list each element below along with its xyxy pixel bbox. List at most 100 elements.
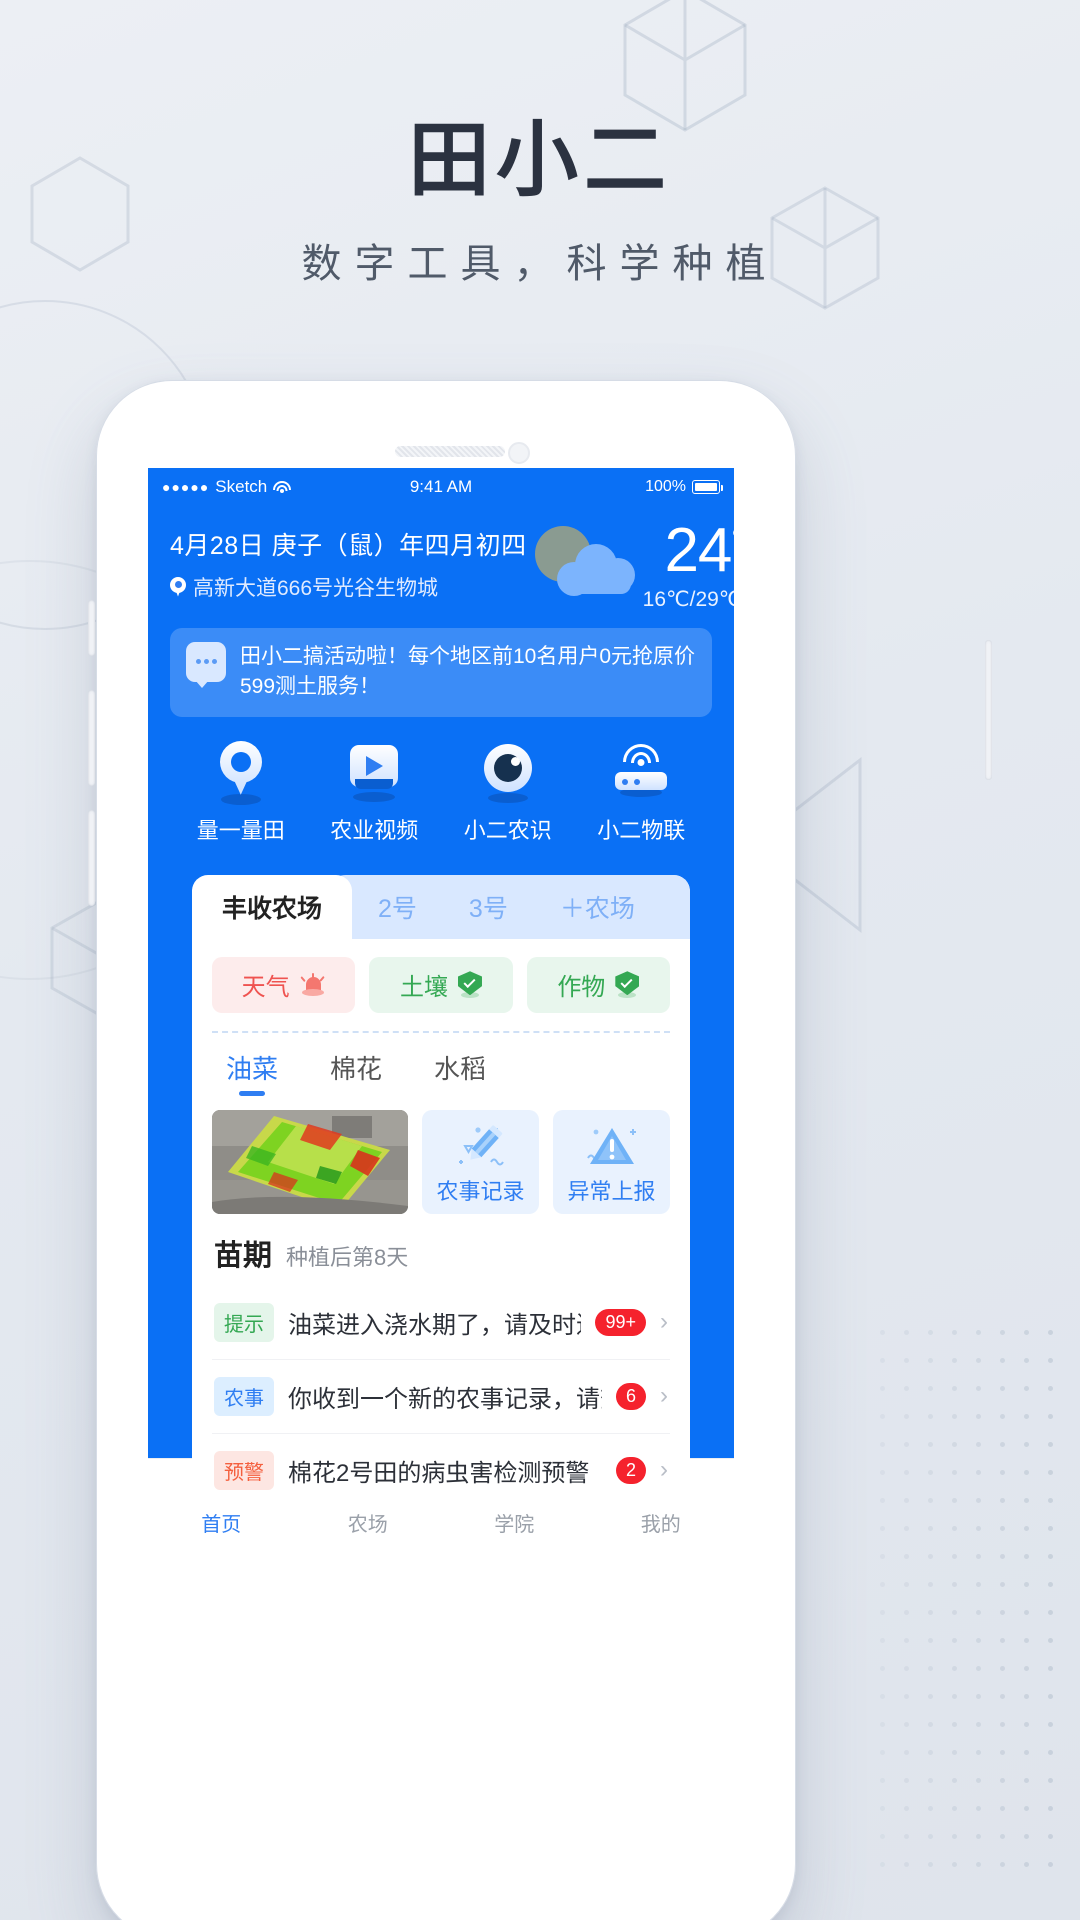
farm-tab-label: 3号 [468, 894, 508, 923]
app-screen: ●●●●● Sketch 9:41 AM 100% 4月28日 庚子（鼠）年四月… [148, 468, 734, 1548]
phone-power-button [985, 640, 992, 780]
current-temperature: 24° [643, 520, 734, 582]
farm-tab-list: 丰收农场 2号 3号 ＋农场 [192, 874, 661, 939]
eye-icon [441, 743, 575, 803]
chevron-right-icon: › [660, 1382, 668, 1410]
farm-tab-label: 2号 [378, 894, 417, 923]
quick-action-agri-knowledge[interactable]: 小二农识 [441, 743, 575, 845]
status-chip-label: 作物 [557, 974, 606, 1002]
status-chip-soil[interactable]: 土壤 [369, 956, 513, 1013]
app-subtitle: 数字工具，科学种植 [301, 241, 779, 286]
quick-actions-row: 量一量田 农业视频 小二农识 小二物联 [170, 717, 712, 875]
shield-check-icon [615, 971, 640, 999]
decor-dot-grid [880, 1330, 1080, 1890]
chevron-right-icon: › [660, 1456, 668, 1484]
message-tag: 预警 [214, 1450, 274, 1490]
phone-earpiece-speaker [395, 446, 505, 457]
field-thumb-row: 农事记录 异常上报 [212, 1096, 670, 1214]
message-row-alert[interactable]: 预警 棉花2号田的病虫害检测预警 2 › [212, 1432, 670, 1507]
ndvi-field-map-thumbnail[interactable] [212, 1109, 408, 1214]
quick-action-label: 小二物联 [597, 817, 686, 843]
message-text: 你收到一个新的农事记录，请查看！ [288, 1385, 602, 1413]
battery-icon [692, 480, 724, 494]
farm-tab-label: 丰收农场 [222, 894, 323, 923]
action-label: 农事记录 [436, 1178, 525, 1204]
status-chip-crop[interactable]: 作物 [526, 956, 670, 1013]
action-label: 异常上报 [567, 1178, 656, 1204]
message-tag: 提示 [214, 1302, 274, 1342]
message-row-tip[interactable]: 提示 油菜进入浇水期了，请及时进行浇灌！ 99+ › [212, 1286, 670, 1359]
announcement-text: 田小二搞活动啦！每个地区前10名用户0元抢原价599测土服务！ [240, 644, 696, 699]
crop-tab-cotton[interactable]: 棉花 [330, 1049, 382, 1096]
announcement-banner[interactable]: 田小二搞活动啦！每个地区前10名用户0元抢原价599测土服务！ [170, 627, 712, 717]
message-badge: 6 [615, 1382, 646, 1410]
status-chip-label: 天气 [241, 974, 290, 1002]
quick-action-label: 量一量田 [196, 817, 285, 843]
farm-tab-harvest[interactable]: 丰收农场 [192, 874, 353, 939]
siren-alert-icon [300, 972, 326, 997]
message-text: 棉花2号田的病虫害检测预警 [288, 1459, 590, 1487]
farm-tab-3[interactable]: 3号 [443, 875, 534, 939]
farm-tab-add[interactable]: ＋农场 [534, 875, 661, 939]
phone-mute-button [88, 600, 95, 656]
crop-tab-label: 水稻 [434, 1053, 487, 1084]
status-chip-row: 天气 土壤 作物 [212, 956, 670, 1013]
message-row-farm[interactable]: 农事 你收到一个新的农事记录，请查看！ 6 › [212, 1358, 670, 1433]
message-badge: 2 [615, 1456, 646, 1484]
sun-behind-cloud-icon [527, 522, 639, 600]
date-label: 4月28日 庚子（鼠）年四月初四 [170, 532, 527, 560]
temperature-value: 24 [664, 516, 732, 585]
app-title: 田小二 [407, 115, 672, 206]
crop-tab-rice[interactable]: 水稻 [434, 1049, 486, 1096]
quick-action-label: 农业视频 [330, 817, 419, 843]
crop-tab-label: 油菜 [226, 1053, 279, 1084]
location-label: 高新大道666号光谷生物城 [193, 577, 439, 600]
video-play-icon [308, 743, 442, 802]
farm-tab-bar: 丰收农场 2号 3号 ＋农场 [192, 874, 690, 939]
chevron-right-icon: › [660, 1308, 668, 1336]
temperature-range: 16℃/29℃ [642, 587, 734, 611]
weather-right-block[interactable]: 24° 16℃/29℃ [527, 520, 734, 612]
message-badge: 99+ [595, 1308, 646, 1336]
warning-triangle-icon [586, 1127, 636, 1164]
farm-tab-label: ＋农场 [559, 894, 635, 923]
growth-stage-row: 苗期 种植后第8天 [212, 1214, 670, 1286]
weather-row: 4月28日 庚子（鼠）年四月初四 高新大道666号光谷生物城 24° 16℃/2… [170, 520, 734, 612]
message-text: 油菜进入浇水期了，请及时进行浇灌！ [288, 1311, 581, 1339]
weather-date-block: 4月28日 庚子（鼠）年四月初四 高新大道666号光谷生物城 [170, 520, 527, 602]
phone-volume-down-button [88, 810, 95, 906]
quick-action-agri-video[interactable]: 农业视频 [308, 743, 442, 845]
quick-action-measure-field[interactable]: 量一量田 [174, 740, 308, 845]
location-row[interactable]: 高新大道666号光谷生物城 [170, 572, 527, 602]
phone-volume-up-button [88, 690, 95, 786]
map-pin-icon [174, 740, 308, 805]
farm-tab-2[interactable]: 2号 [352, 875, 443, 939]
growth-stage-detail: 种植后第8天 [286, 1244, 409, 1270]
router-iot-icon [575, 743, 709, 801]
temperature-block: 24° 16℃/29℃ [643, 520, 734, 612]
message-tag: 农事 [214, 1376, 274, 1416]
status-chip-label: 土壤 [399, 974, 448, 1002]
status-bar: ●●●●● Sketch 9:41 AM 100% [148, 468, 734, 506]
growth-stage-label: 苗期 [214, 1239, 273, 1272]
clock-label: 9:41 AM [409, 477, 473, 496]
degree-symbol: ° [731, 523, 734, 556]
crop-tab-rapeseed[interactable]: 油菜 [226, 1049, 278, 1096]
weather-header: 4月28日 庚子（鼠）年四月初四 高新大道666号光谷生物城 24° 16℃/2… [148, 506, 734, 1513]
crop-tab-label: 棉花 [330, 1053, 383, 1084]
shield-check-icon [457, 971, 482, 999]
crop-tab-row: 油菜 棉花 水稻 [212, 1033, 670, 1096]
action-exception-report[interactable]: 异常上报 [553, 1109, 670, 1214]
quick-action-label: 小二农识 [463, 817, 552, 843]
pencil-edit-icon [458, 1125, 504, 1166]
poster-headline: 田小二 数字工具，科学种植 [0, 115, 1080, 289]
phone-front-camera [508, 442, 530, 464]
cloud-icon [556, 544, 635, 596]
chat-bubble-icon [186, 641, 226, 688]
quick-action-iot[interactable]: 小二物联 [575, 743, 709, 845]
location-pin-icon [170, 576, 186, 598]
status-chip-weather[interactable]: 天气 [212, 956, 356, 1013]
farm-card: 天气 土壤 作物 油菜 棉花 水稻 农事记录 异常上报 苗期 种植后第8天 提示… [192, 938, 690, 1513]
action-farm-record[interactable]: 农事记录 [422, 1109, 539, 1214]
farm-panel: 丰收农场 2号 3号 ＋农场 天气 土壤 作物 油菜 棉花 水稻 农事记录 异常… [192, 874, 690, 1513]
